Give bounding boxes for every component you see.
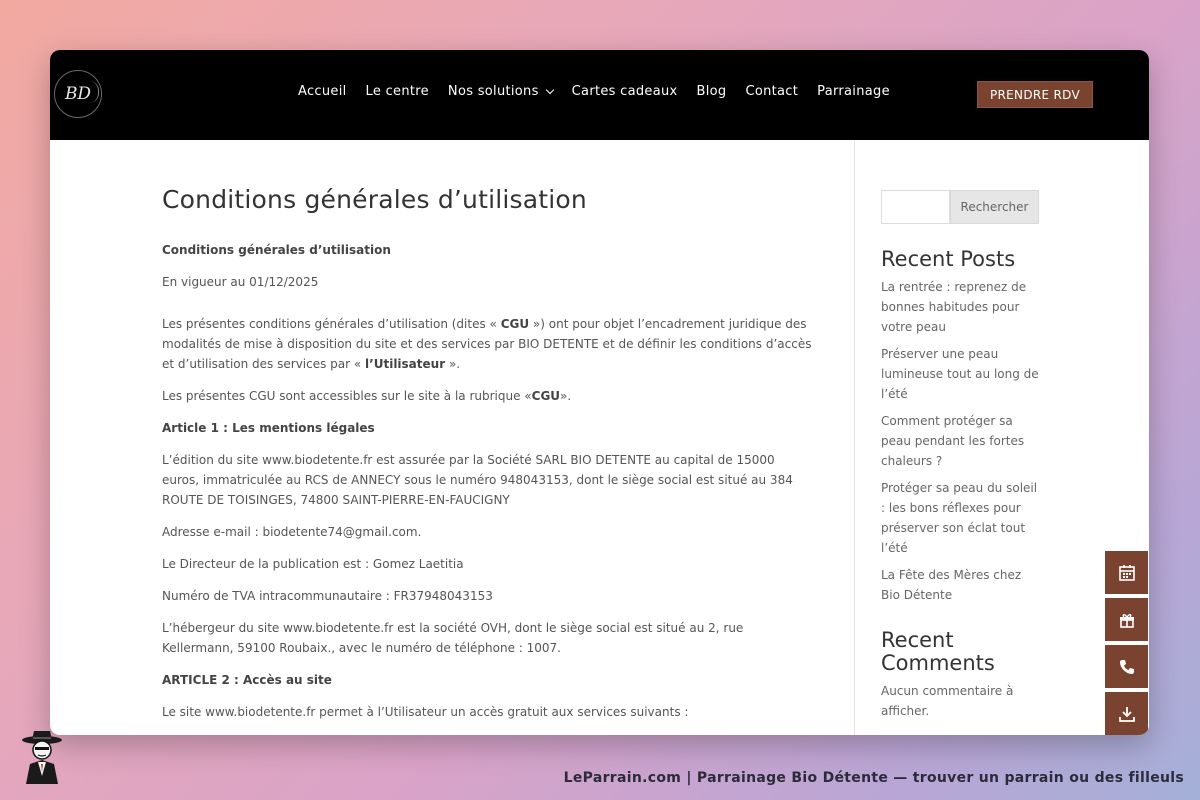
- recent-comments-heading: Recent Comments: [881, 628, 995, 675]
- nav-item-parrainage[interactable]: Parrainage: [817, 84, 890, 99]
- recent-post-link[interactable]: Comment protéger sa peau pendant les for…: [881, 411, 1041, 471]
- effective-date: En vigueur au 01/12/2025: [162, 275, 319, 289]
- nav-item-cartes-cadeaux[interactable]: Cartes cadeaux: [572, 84, 678, 99]
- download-button[interactable]: [1105, 692, 1148, 735]
- nav-item-blog[interactable]: Blog: [697, 84, 727, 99]
- recent-post-link[interactable]: Préserver une peau lumineuse tout au lon…: [881, 344, 1041, 404]
- recent-post-link[interactable]: La Fête des Mères chez Bio Détente: [881, 565, 1041, 605]
- main-content: Conditions générales d’utilisation En vi…: [162, 240, 812, 734]
- recent-posts-heading: Recent Posts: [881, 247, 1016, 271]
- intro-paragraph: Les présentes conditions générales d’uti…: [162, 317, 812, 371]
- article-1-director: Le Directeur de la publication est : Gom…: [162, 557, 464, 571]
- article-1-host: L’hébergeur du site www.biodetente.fr es…: [162, 621, 744, 655]
- recent-post-link[interactable]: Protéger sa peau du soleil : les bons ré…: [881, 478, 1041, 558]
- access-paragraph: Les présentes CGU sont accessibles sur l…: [162, 389, 572, 403]
- download-icon: [1118, 706, 1135, 722]
- article-1-email: Adresse e-mail : biodetente74@gmail.com.: [162, 525, 422, 539]
- nav-item-nos-solutions[interactable]: Nos solutions: [448, 84, 554, 99]
- sidebar: Rechercher Recent Posts La rentrée : rep…: [881, 190, 1041, 721]
- article-1-edition: L’édition du site www.biodetente.fr est …: [162, 453, 793, 507]
- site-logo[interactable]: BD: [54, 70, 102, 118]
- nav-item-accueil[interactable]: Accueil: [298, 84, 347, 99]
- mascot-icon: [22, 731, 62, 784]
- logo-text: BD: [64, 84, 92, 104]
- phone-button[interactable]: [1105, 645, 1148, 688]
- article-1-tva: Numéro de TVA intracommunautaire : FR379…: [162, 589, 493, 603]
- search-input[interactable]: [881, 190, 950, 224]
- no-comments-text: Aucun commentaire à afficher.: [881, 684, 1014, 718]
- calendar-icon: [1118, 564, 1135, 581]
- cgu-subtitle: Conditions générales d’utilisation: [162, 243, 391, 257]
- article-2-text: Le site www.biodetente.fr permet à l’Uti…: [162, 705, 689, 719]
- calendar-button[interactable]: [1105, 551, 1148, 594]
- prendre-rdv-button[interactable]: PRENDRE RDV: [977, 81, 1093, 108]
- nav-item-contact[interactable]: Contact: [745, 84, 798, 99]
- search-button[interactable]: Rechercher: [950, 190, 1039, 224]
- nav-item-le-centre[interactable]: Le centre: [366, 84, 429, 99]
- footer-caption: LeParrain.com | Parrainage Bio Détente —…: [563, 770, 1184, 786]
- article-1-heading: Article 1 : Les mentions légales: [162, 421, 375, 435]
- search-form: Rechercher: [881, 190, 1041, 224]
- phone-icon: [1119, 659, 1134, 674]
- leaf-icon: [89, 81, 99, 103]
- sidebar-divider: [854, 140, 855, 735]
- gift-icon: [1119, 613, 1134, 628]
- browser-window: BD Accueil Le centre Nos solutions Carte…: [50, 50, 1149, 735]
- gift-button[interactable]: [1105, 598, 1148, 641]
- article-2-heading: ARTICLE 2 : Accès au site: [162, 673, 332, 687]
- recent-post-link[interactable]: La rentrée : reprenez de bonnes habitude…: [881, 277, 1041, 337]
- main-nav: Accueil Le centre Nos solutions Cartes c…: [298, 84, 909, 99]
- site-header: BD Accueil Le centre Nos solutions Carte…: [50, 50, 1149, 140]
- page-title: Conditions générales d’utilisation: [162, 185, 587, 214]
- chevron-down-icon: [545, 85, 554, 95]
